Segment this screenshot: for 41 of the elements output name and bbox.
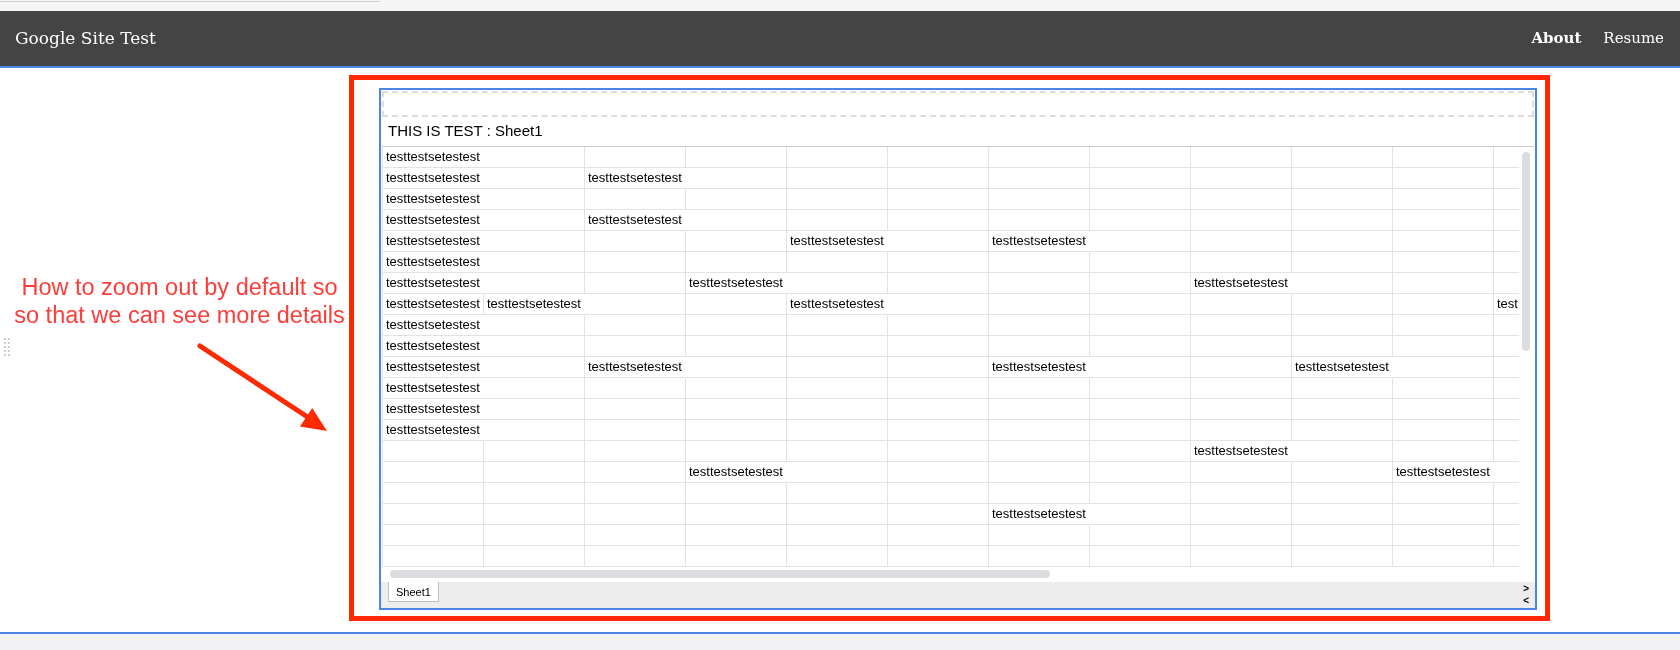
table-cell: testtestsetestest — [787, 231, 888, 252]
table-cell: testtestsetestest — [686, 273, 787, 294]
table-cell: testtestsetestest — [383, 147, 484, 168]
table-cell: testtestsetestest — [383, 189, 484, 210]
tab-scroll-button[interactable]: > — [1522, 583, 1530, 595]
nav-link[interactable]: About — [1531, 27, 1582, 50]
sheet-title: THIS IS TEST : Sheet1 — [388, 121, 543, 142]
table-cell: testtestsetestest — [787, 294, 888, 315]
table-cell: testtestsetestest — [989, 504, 1090, 525]
table-cell: test — [1494, 294, 1519, 315]
table-cell: testtestsetestest — [585, 210, 686, 231]
table-cell: testtestsetestest — [1393, 462, 1494, 483]
table-cell: testtestsetestest — [383, 273, 484, 294]
annotation-note: How to zoom out by default so so that we can see more details — [13, 273, 346, 329]
vertical-scrollbar[interactable] — [1522, 152, 1530, 351]
table-cell: testtestsetestest — [1191, 273, 1292, 294]
table-cell: testtestsetestest — [383, 357, 484, 378]
nav-link[interactable]: Resume — [1603, 27, 1664, 50]
table-cell: testtestsetestest — [383, 420, 484, 441]
table-cell: testtestsetestest — [383, 252, 484, 273]
table-cell: testtestsetestest — [383, 294, 484, 315]
table-cell: testtestsetestest — [585, 168, 686, 189]
table-cell: testtestsetestest — [383, 210, 484, 231]
table-cell: testtestsetestest — [383, 168, 484, 189]
table-cell: testtestsetestest — [383, 231, 484, 252]
table-cell: testtestsetestest — [1292, 357, 1393, 378]
table-cell: testtestsetestest — [484, 294, 585, 315]
table-cell: testtestsetestest — [1191, 441, 1292, 462]
sheet-tab[interactable]: Sheet1 — [388, 582, 439, 602]
table-cell: testtestsetestest — [383, 315, 484, 336]
horizontal-scrollbar[interactable] — [390, 570, 1050, 578]
table-cell: testtestsetestest — [686, 462, 787, 483]
tab-scroll-button[interactable]: < — [1522, 595, 1530, 607]
drag-handle-icon[interactable] — [4, 338, 10, 356]
site-title[interactable]: Google Site Test — [15, 25, 156, 52]
table-cell: testtestsetestest — [383, 336, 484, 357]
table-cell: testtestsetestest — [989, 231, 1090, 252]
table-cell: testtestsetestest — [383, 399, 484, 420]
table-cell: testtestsetestest — [585, 357, 686, 378]
table-cell: testtestsetestest — [989, 357, 1090, 378]
table-cell: testtestsetestest — [383, 378, 484, 399]
